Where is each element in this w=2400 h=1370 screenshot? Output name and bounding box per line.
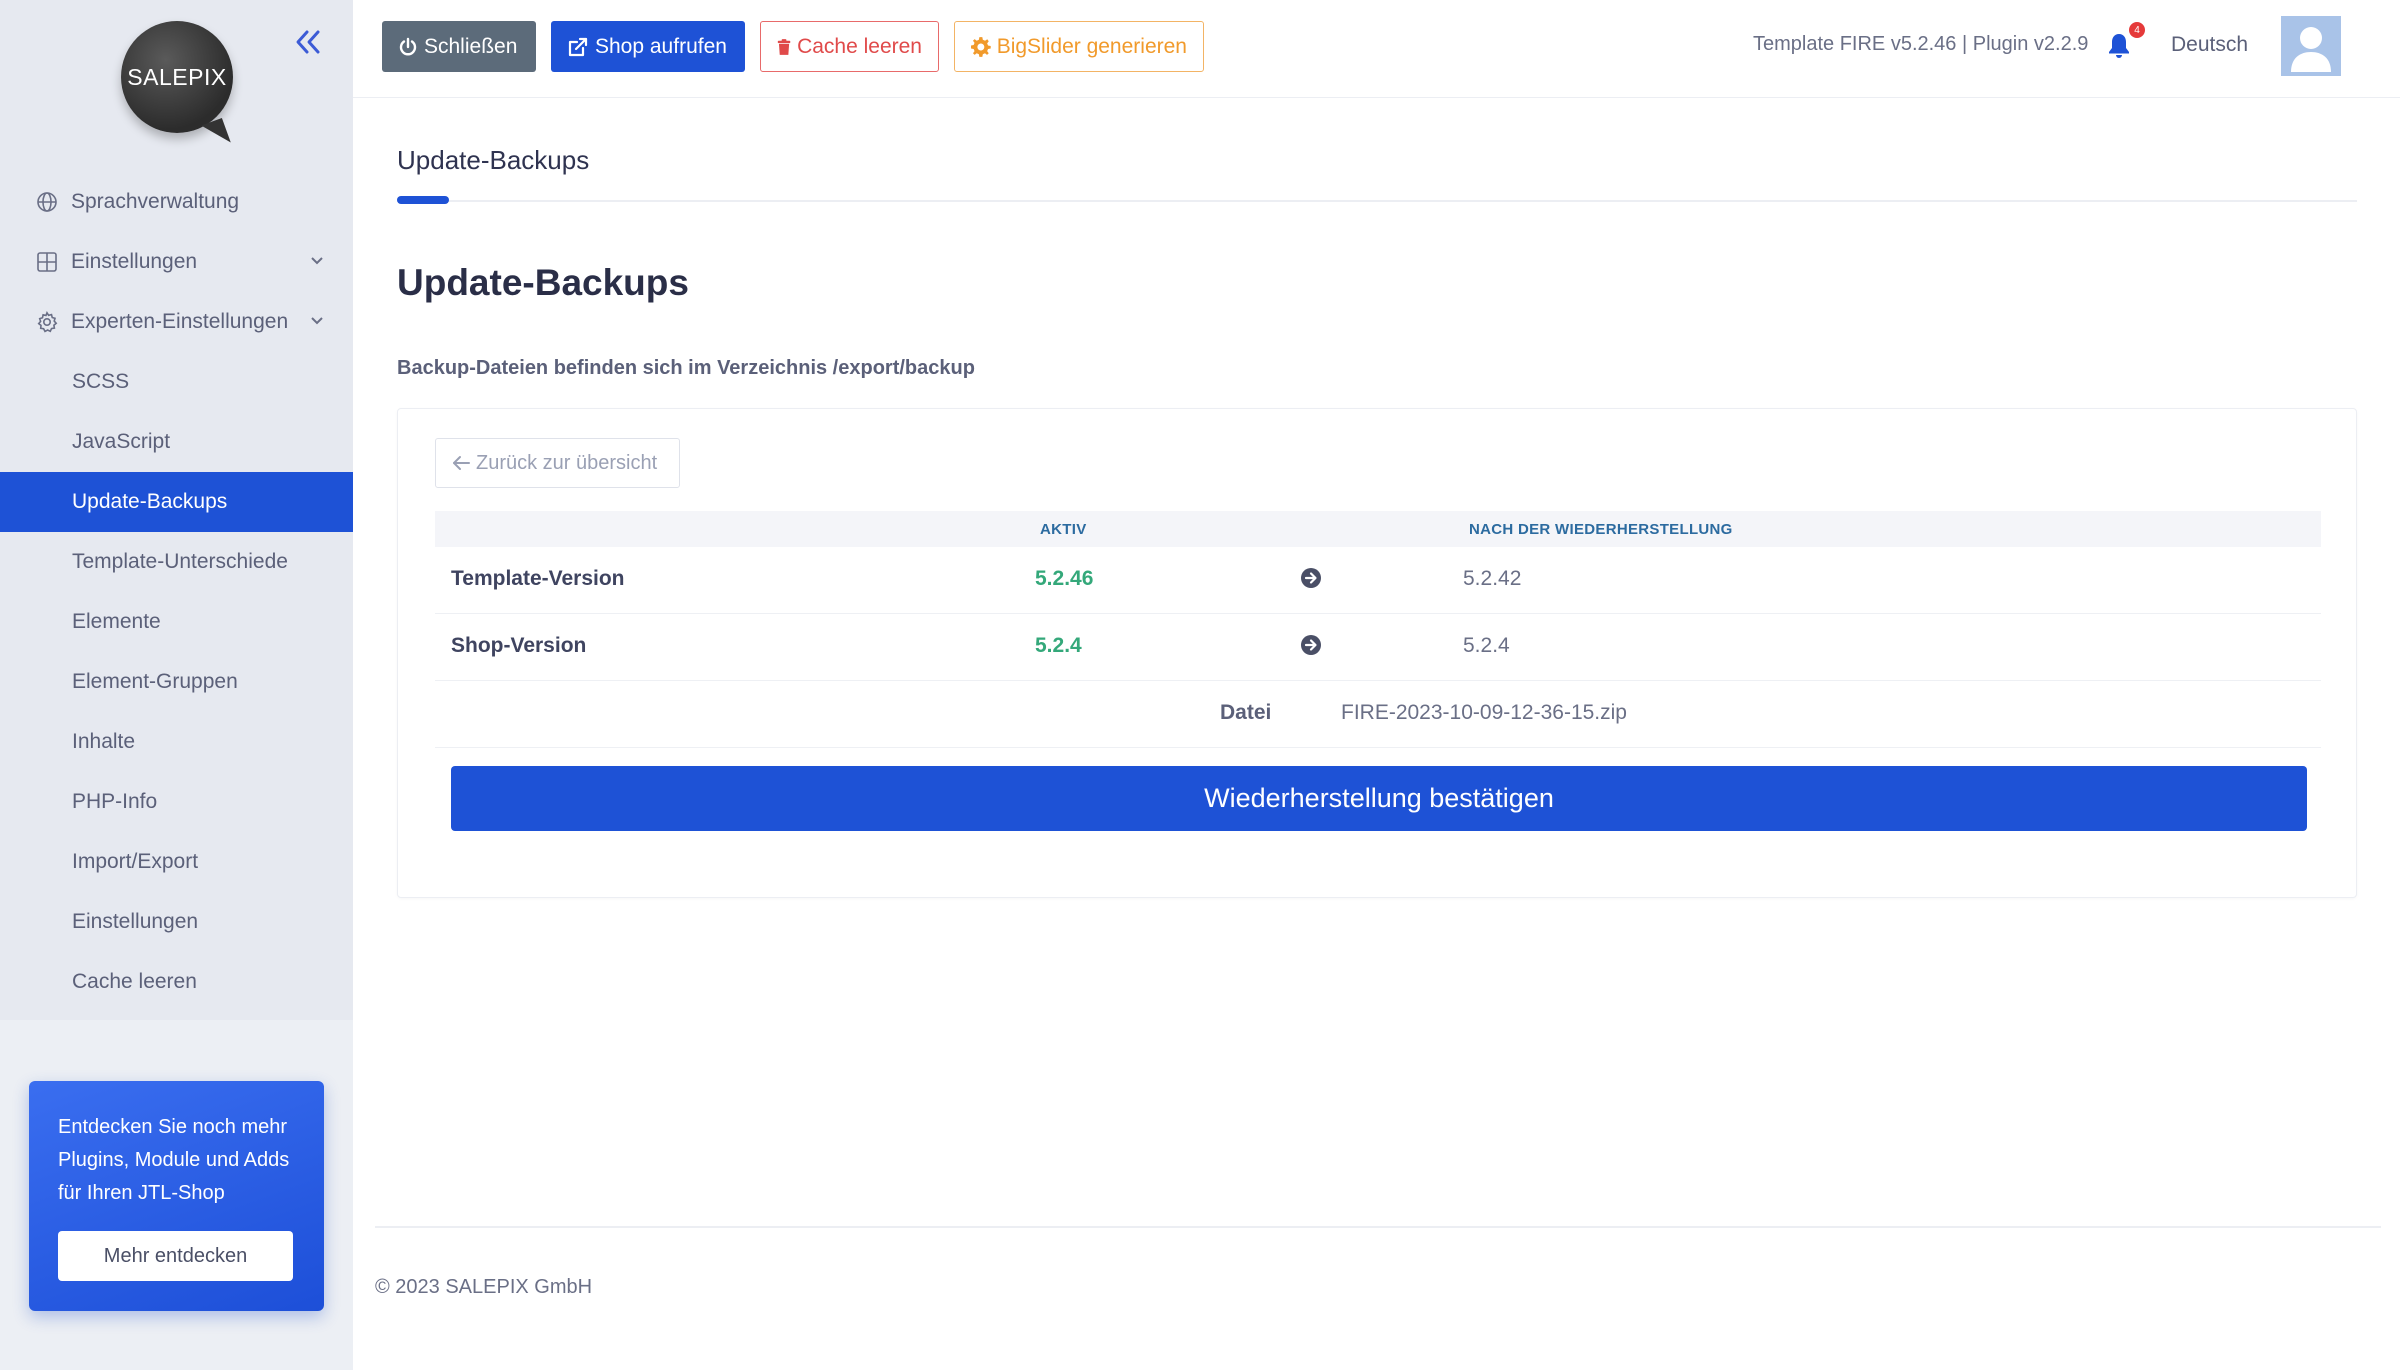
footer-copyright: © 2023 SALEPIX GmbH — [375, 1276, 593, 1298]
sidebar-item-label: Einstellungen — [71, 250, 198, 273]
open-shop-button-label: Shop aufrufen — [595, 34, 727, 58]
sidebar-subitem-update-backups[interactable]: Update-Backups — [0, 472, 353, 532]
top-header: Schließen Shop aufrufen Cache leeren Big… — [353, 0, 2400, 98]
column-header-active: AKTIV — [1040, 521, 1087, 538]
file-label: Datei — [1220, 701, 1272, 724]
user-icon — [2281, 16, 2341, 76]
promo-text: Entdecken Sie noch mehr Plugins, Module … — [58, 1116, 290, 1204]
clear-cache-button[interactable]: Cache leeren — [760, 21, 939, 72]
sidebar: SALEPIX Sprachverwaltung Einstellungen E… — [0, 0, 353, 1370]
backup-restore-card: Zurück zur übersicht AKTIV NACH DER WIED… — [397, 408, 2357, 898]
active-version: 5.2.46 — [1035, 567, 1094, 590]
restored-version: 5.2.42 — [1463, 567, 1522, 590]
active-version: 5.2.4 — [1035, 634, 1082, 657]
sidebar-subitem-element-gruppen[interactable]: Element-Gruppen — [0, 652, 353, 712]
notification-badge: 4 — [2129, 22, 2145, 38]
column-header-after-restore: NACH DER WIEDERHERSTELLUNG — [1469, 521, 1733, 538]
arrow-circle-right-icon — [1300, 567, 1322, 595]
table-row-file: Datei FIRE-2023-10-09-12-36-15.zip — [435, 681, 2321, 748]
page-title: Update-Backups — [397, 262, 689, 303]
sidebar-subitem-einstellungen[interactable]: Einstellungen — [0, 892, 353, 952]
sidebar-subitem-elemente[interactable]: Elemente — [0, 592, 353, 652]
table-row: Template-Version 5.2.46 5.2.42 — [435, 547, 2321, 614]
bell-icon[interactable] — [2106, 32, 2132, 60]
generate-bigslider-button-label: BigSlider generieren — [996, 34, 1187, 58]
tab-divider — [397, 200, 2357, 202]
sidebar-subitem-javascript[interactable]: JavaScript — [0, 412, 353, 472]
language-selector[interactable]: Deutsch — [2171, 33, 2248, 57]
promo-box: Entdecken Sie noch mehr Plugins, Module … — [29, 1081, 324, 1311]
grid-icon — [35, 250, 59, 274]
double-chevron-left-icon — [296, 30, 320, 54]
sidebar-item-experten-einstellungen[interactable]: Experten-Einstellungen — [0, 292, 353, 352]
salepix-logo[interactable]: SALEPIX — [121, 21, 233, 133]
sidebar-subitem-template-unterschiede[interactable]: Template-Unterschiede — [0, 532, 353, 592]
external-link-icon — [568, 37, 588, 56]
sidebar-subitem-inhalte[interactable]: Inhalte — [0, 712, 353, 772]
back-to-overview-label: Zurück zur übersicht — [476, 451, 658, 474]
version-info: Template FIRE v5.2.46 | Plugin v2.2.9 — [1753, 33, 2089, 55]
table-header: AKTIV NACH DER WIEDERHERSTELLUNG — [435, 511, 2321, 547]
backup-directory-info: Backup-Dateien befinden sich im Verzeich… — [397, 357, 975, 379]
restored-version: 5.2.4 — [1463, 634, 1510, 657]
clear-cache-button-label: Cache leeren — [797, 34, 922, 58]
file-name: FIRE-2023-10-09-12-36-15.zip — [1341, 701, 1627, 724]
tab-active-indicator — [397, 196, 449, 204]
trash-icon — [777, 38, 791, 55]
arrow-circle-right-icon — [1300, 634, 1322, 662]
close-button-label: Schließen — [424, 34, 518, 58]
gear-icon — [35, 310, 59, 334]
tab-update-backups[interactable]: Update-Backups — [397, 145, 589, 176]
footer-divider — [375, 1226, 2381, 1228]
sidebar-item-label: Experten-Einstellungen — [71, 310, 289, 333]
sidebar-subitem-php-info[interactable]: PHP-Info — [0, 772, 353, 832]
row-label: Template-Version — [451, 567, 625, 590]
avatar[interactable] — [2281, 16, 2341, 76]
back-to-overview-button[interactable]: Zurück zur übersicht — [435, 438, 680, 488]
close-button[interactable]: Schließen — [382, 21, 536, 72]
chevron-down-icon — [311, 317, 323, 325]
sidebar-nav: Sprachverwaltung Einstellungen Experten-… — [0, 172, 353, 1012]
sidebar-item-sprachverwaltung[interactable]: Sprachverwaltung — [0, 172, 353, 232]
chevron-down-icon — [311, 257, 323, 265]
collapse-sidebar-button[interactable] — [290, 24, 326, 60]
power-icon — [399, 37, 417, 55]
confirm-restore-button[interactable]: Wiederherstellung bestätigen — [451, 766, 2307, 831]
sidebar-item-einstellungen[interactable]: Einstellungen — [0, 232, 353, 292]
generate-bigslider-button[interactable]: BigSlider generieren — [954, 21, 1204, 72]
table-row: Shop-Version 5.2.4 5.2.4 — [435, 614, 2321, 681]
sidebar-item-label: Sprachverwaltung — [71, 190, 240, 213]
globe-icon — [35, 190, 59, 214]
logo-text: SALEPIX — [127, 63, 227, 90]
discover-more-button[interactable]: Mehr entdecken — [58, 1231, 293, 1281]
sidebar-subitem-scss[interactable]: SCSS — [0, 352, 353, 412]
gear-icon — [971, 36, 991, 57]
row-label: Shop-Version — [451, 634, 587, 657]
open-shop-button[interactable]: Shop aufrufen — [551, 21, 745, 72]
sidebar-subitem-cache-leeren[interactable]: Cache leeren — [0, 952, 353, 1012]
arrow-left-icon — [453, 456, 470, 470]
sidebar-subitem-import-export[interactable]: Import/Export — [0, 832, 353, 892]
